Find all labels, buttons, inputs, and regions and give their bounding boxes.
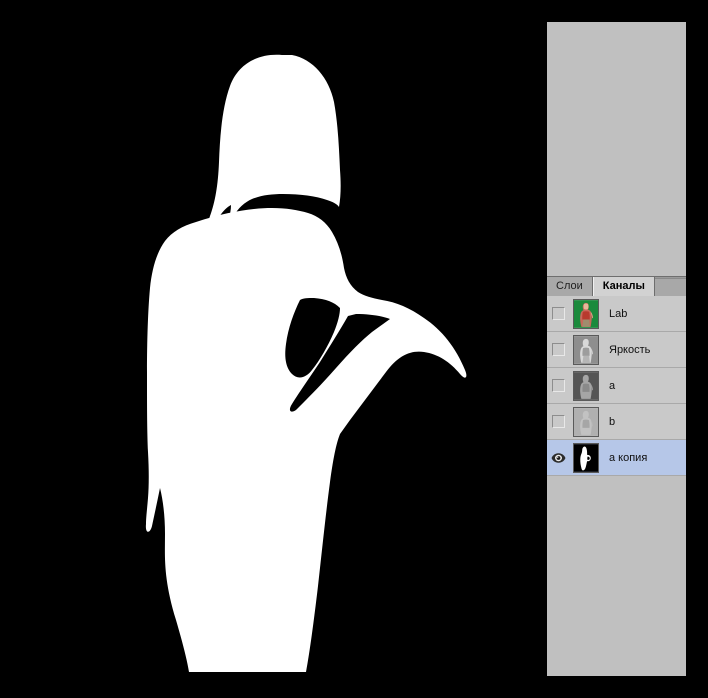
channel-name-a-copy: а копия	[609, 451, 648, 464]
channel-thumbnail-a-copy	[573, 442, 599, 473]
channel-row-a[interactable]: a	[547, 368, 686, 404]
channel-thumbnail-a	[573, 370, 599, 401]
visibility-checkbox[interactable]	[551, 379, 565, 392]
channel-name-lab: Lab	[609, 307, 628, 320]
channel-thumbnail-cell	[569, 368, 603, 404]
channel-row-lightness[interactable]: Яркость	[547, 332, 686, 368]
visibility-toggle-a-copy[interactable]	[547, 440, 569, 476]
right-dock-panel: Слои Каналы Lab Яркость a b а копия	[547, 22, 686, 676]
channel-thumbnail-cell	[569, 404, 603, 440]
visibility-toggle-a[interactable]	[547, 368, 569, 404]
visibility-checkbox[interactable]	[551, 307, 565, 320]
channel-row-b[interactable]: b	[547, 404, 686, 440]
visibility-toggle-lab[interactable]	[547, 296, 569, 332]
visibility-checkbox[interactable]	[551, 415, 565, 428]
channel-thumbnail-cell	[569, 296, 603, 332]
panel-tab-bar: Слои Каналы	[547, 276, 686, 296]
visibility-toggle-lightness[interactable]	[547, 332, 569, 368]
document-canvas[interactable]	[0, 0, 546, 698]
channel-row-lab[interactable]: Lab	[547, 296, 686, 332]
channel-row-a-copy[interactable]: а копия	[547, 440, 686, 476]
channel-thumbnail-cell	[569, 332, 603, 368]
channel-thumbnail-lab	[573, 298, 599, 329]
channel-name-lightness: Яркость	[609, 343, 651, 356]
channel-thumbnail-lightness	[573, 334, 599, 365]
channel-thumbnail-b	[573, 406, 599, 437]
visibility-toggle-b[interactable]	[547, 404, 569, 440]
tab-layers[interactable]: Слои	[547, 277, 593, 296]
eye-icon[interactable]	[551, 452, 566, 464]
tab-bar-filler	[654, 278, 686, 296]
channel-list-empty-area	[547, 481, 686, 676]
tab-channels[interactable]: Каналы	[592, 277, 655, 296]
channel-name-b: b	[609, 415, 616, 428]
panel-empty-area	[547, 22, 686, 276]
silhouette-mask	[0, 0, 546, 698]
visibility-checkbox[interactable]	[551, 343, 565, 356]
channel-list: Lab Яркость a b а копия	[547, 296, 686, 476]
channel-name-a: a	[609, 379, 616, 392]
channel-thumbnail-cell	[569, 440, 603, 476]
